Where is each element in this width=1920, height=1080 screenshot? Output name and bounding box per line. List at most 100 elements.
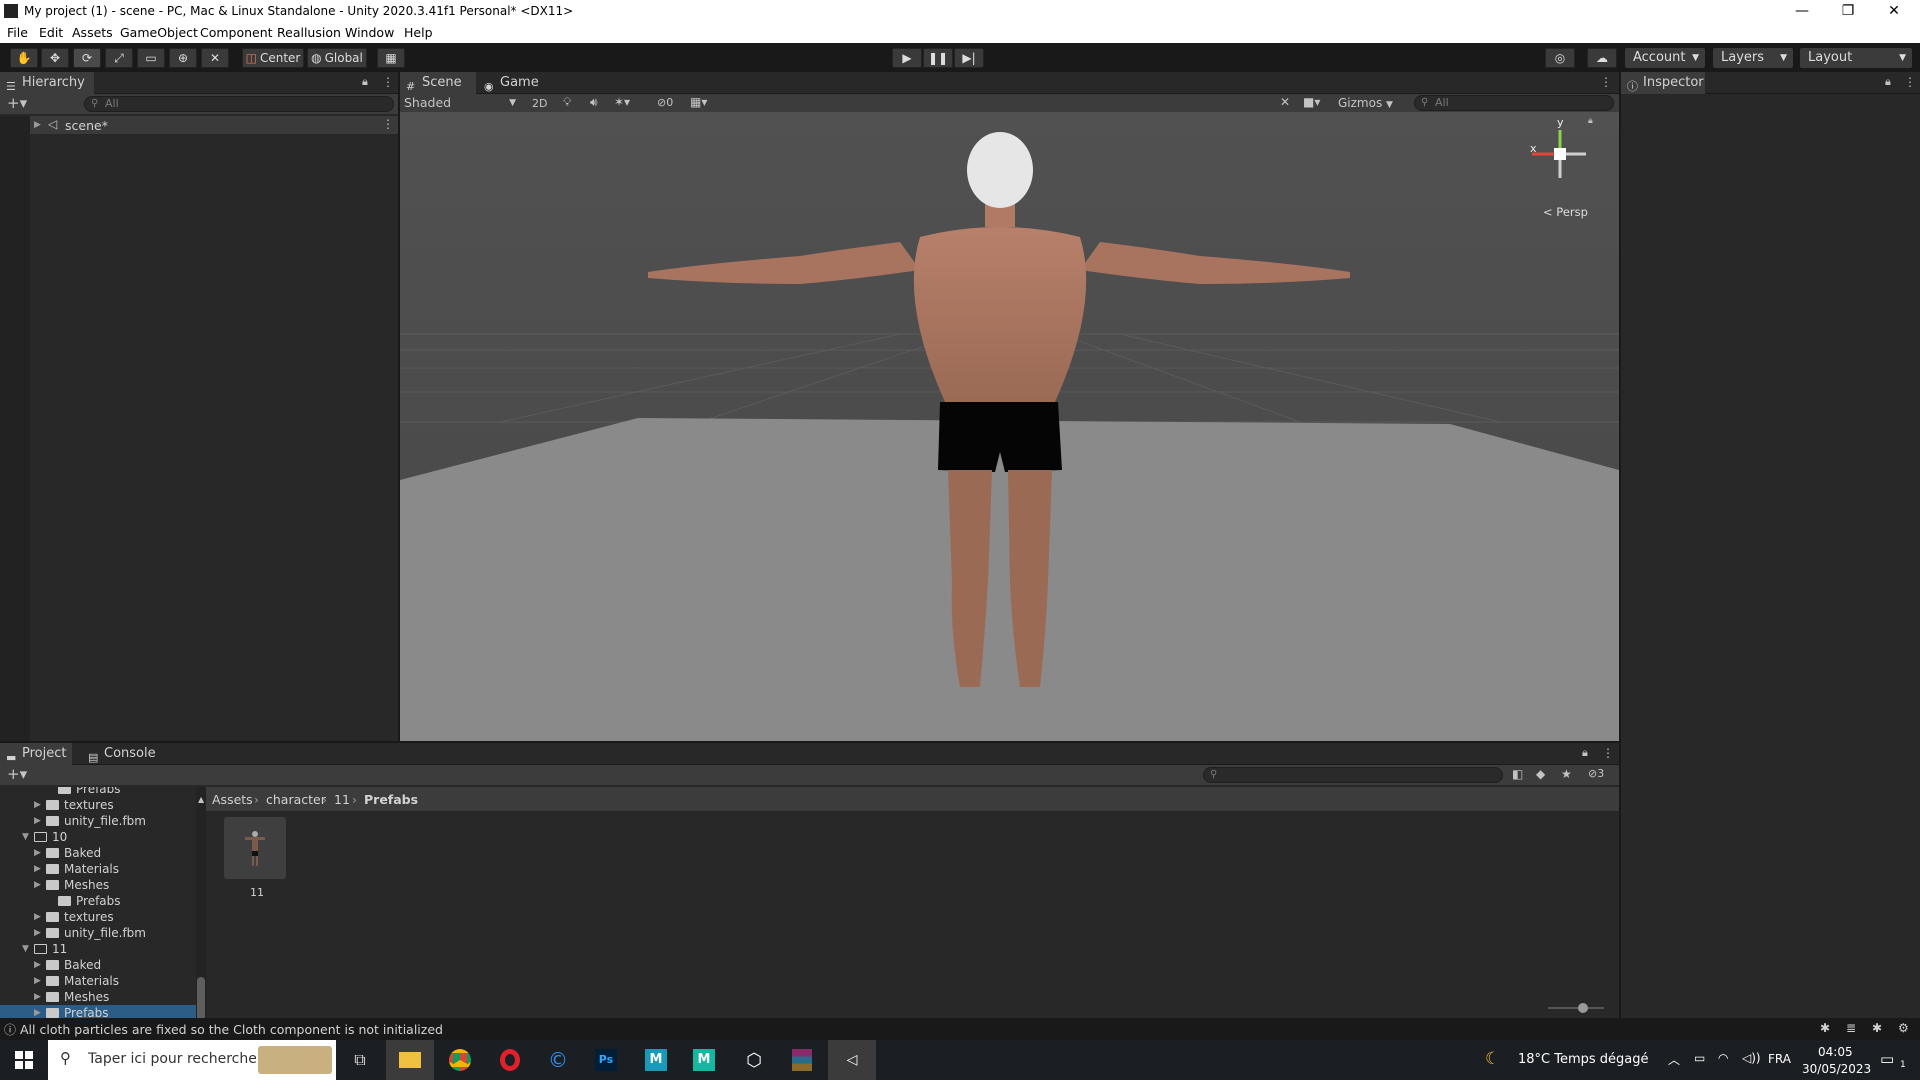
menu-reallusion[interactable]: Reallusion [277, 25, 341, 40]
status-message[interactable]: All cloth particles are fixed so the Clo… [20, 1022, 443, 1037]
layers-dropdown[interactable]: Layers ▼ [1713, 48, 1793, 68]
grid-toggle-icon[interactable]: ▦▾ [690, 95, 707, 109]
mode-2d-toggle[interactable]: 2D [532, 97, 547, 110]
kebab-menu-icon[interactable]: ⋮ [1904, 75, 1916, 89]
layout-dropdown[interactable]: Layout ▼ [1800, 48, 1912, 68]
kebab-menu-icon[interactable]: ⋮ [382, 75, 394, 89]
folder-tree-item[interactable]: ▶ unity_file.fbm [0, 813, 196, 829]
tab-game[interactable]: ◉ Game [478, 72, 548, 94]
folder-tree-item[interactable]: ▶ Materials [0, 973, 196, 989]
lighting-icon[interactable]: 💡︎ [563, 95, 571, 110]
add-icon[interactable]: +▾ [7, 94, 27, 112]
minimize-button[interactable]: — [1780, 0, 1824, 22]
mudbox-icon[interactable]: M [680, 1040, 728, 1080]
collapsed-arrow-icon[interactable]: ▶ [34, 848, 41, 858]
menu-assets[interactable]: Assets [72, 25, 113, 40]
collapsed-arrow-icon[interactable]: ▶ [34, 800, 41, 810]
photoshop-icon[interactable]: Ps [582, 1040, 630, 1080]
pivot-center-button[interactable]: ◫ Center [242, 48, 304, 68]
expanded-arrow-icon[interactable]: ▼ [22, 832, 29, 842]
volume-icon[interactable]: ◁)) [1742, 1051, 1761, 1065]
gizmos-dropdown[interactable]: Gizmos ▼ [1338, 96, 1393, 110]
folder-tree-item[interactable]: ▶ Baked [0, 845, 196, 861]
wifi-icon[interactable]: ◠ [1718, 1051, 1728, 1065]
hidden-packages-icon[interactable]: ⊘3 [1588, 767, 1604, 780]
collapsed-arrow-icon[interactable]: ▶ [34, 992, 41, 1002]
filter-label-icon[interactable]: ◆ [1536, 767, 1545, 781]
tab-scene[interactable]: # Scene [400, 72, 476, 94]
rect-tool-icon[interactable]: ▭ [137, 48, 165, 68]
collapsed-arrow-icon[interactable]: ▶ [34, 1008, 41, 1018]
hierarchy-search-input[interactable]: ⚲ All [84, 96, 394, 112]
chrome-icon[interactable] [436, 1040, 484, 1080]
tab-project[interactable]: ▬ Project [0, 743, 72, 765]
taskbar-search-input[interactable]: ⚲ Taper ici pour rechercher [48, 1040, 336, 1080]
unity-hub-icon[interactable]: ⬡ [730, 1040, 778, 1080]
collapsed-arrow-icon[interactable]: ▶ [34, 928, 41, 938]
add-icon[interactable]: +▾ [7, 765, 27, 783]
cloud-icon[interactable]: ☁ [1587, 48, 1617, 68]
menu-help[interactable]: Help [404, 25, 433, 40]
orientation-gizmo[interactable]: y x 🔒︎ [1520, 116, 1600, 202]
winrar-icon[interactable] [778, 1040, 826, 1080]
collapsed-arrow-icon[interactable]: ▶ [34, 912, 41, 922]
folder-tree-item[interactable]: Prefabs [0, 893, 196, 909]
folder-tree-item[interactable]: ▼ 11 [0, 941, 196, 957]
cache-icon[interactable]: ≣ [1846, 1021, 1856, 1035]
collab-icon[interactable]: ◎ [1545, 48, 1575, 68]
projection-toggle[interactable]: < Persp [1543, 205, 1588, 219]
menu-file[interactable]: File [7, 25, 28, 40]
zoom-slider-thumb[interactable] [1578, 1003, 1588, 1013]
menu-component[interactable]: Component [200, 25, 273, 40]
scene-row[interactable]: ▶ ◁ scene* ⋮ [30, 116, 398, 134]
scroll-up-icon[interactable]: ▲ [198, 795, 204, 804]
folder-tree-item[interactable]: ▶ textures [0, 797, 196, 813]
tab-console[interactable]: ▤ Console [82, 743, 162, 765]
breadcrumb-11[interactable]: 11 [334, 792, 350, 807]
asset-thumbnail[interactable] [224, 817, 286, 879]
move-tool-icon[interactable]: ✥ [41, 48, 69, 68]
clock-date[interactable]: 30/05/2023 [1802, 1062, 1871, 1076]
hand-tool-icon[interactable]: ✋ [10, 48, 38, 68]
progress-icon[interactable]: ✱ [1872, 1021, 1882, 1035]
collapsed-arrow-icon[interactable]: ▶ [34, 816, 41, 826]
clock-time[interactable]: 04:05 [1818, 1045, 1853, 1059]
menu-gameobject[interactable]: GameObject [120, 25, 198, 40]
notification-icon[interactable]: ▭ [1880, 1050, 1894, 1068]
camera-icon[interactable]: ■▾ [1303, 95, 1320, 109]
collapsed-arrow-icon[interactable]: ▶ [34, 976, 41, 986]
menu-window[interactable]: Window [345, 25, 394, 40]
weather-text[interactable]: 18°C Temps dégagé [1518, 1052, 1649, 1067]
transform-tool-icon[interactable]: ⊕ [169, 48, 197, 68]
unity-editor-icon[interactable]: ◁ [828, 1040, 876, 1080]
maya-icon[interactable]: M [632, 1040, 680, 1080]
lock-icon[interactable]: 🔒︎ [1582, 746, 1588, 760]
windows-start-icon[interactable] [0, 1040, 48, 1080]
kebab-menu-icon[interactable]: ⋮ [1600, 75, 1612, 89]
expand-arrow-icon[interactable]: ▶ [34, 120, 41, 130]
folder-tree-item[interactable]: ▶ Baked [0, 957, 196, 973]
filter-type-icon[interactable]: ◧ [1512, 767, 1523, 781]
tree-scrollbar[interactable]: ▲ [196, 787, 206, 1029]
collapsed-arrow-icon[interactable]: ▶ [34, 880, 41, 890]
folder-tree-item[interactable]: ▶ unity_file.fbm [0, 925, 196, 941]
pause-button[interactable]: ❚❚ [923, 48, 953, 68]
tray-chevron-icon[interactable]: ︿ [1668, 1051, 1680, 1068]
kebab-menu-icon[interactable]: ⋮ [1602, 746, 1614, 760]
effects-icon[interactable]: ✶▾ [614, 95, 630, 109]
lock-icon[interactable]: 🔒︎ [1885, 75, 1891, 89]
collapsed-arrow-icon[interactable]: ▶ [34, 864, 41, 874]
expanded-arrow-icon[interactable]: ▼ [22, 944, 29, 954]
tab-inspector[interactable]: ⓘ Inspector [1621, 72, 1705, 94]
scene-search-input[interactable]: ⚲ All [1414, 95, 1614, 111]
close-button[interactable]: ✕ [1872, 0, 1916, 22]
pivot-global-button[interactable]: ◍ Global [307, 48, 367, 68]
folder-tree-item[interactable]: ▶ Meshes [0, 989, 196, 1005]
folder-tree-item[interactable]: ▶ Prefabs [0, 1005, 196, 1018]
folder-tree-item[interactable]: Prefabs [0, 787, 196, 797]
audio-icon[interactable]: 🔊︎ [590, 95, 598, 110]
menu-edit[interactable]: Edit [39, 25, 63, 40]
zoom-slider[interactable] [1548, 1003, 1604, 1013]
breadcrumb-prefabs[interactable]: Prefabs [364, 792, 418, 807]
rotate-tool-icon[interactable]: ⟳ [73, 48, 101, 68]
